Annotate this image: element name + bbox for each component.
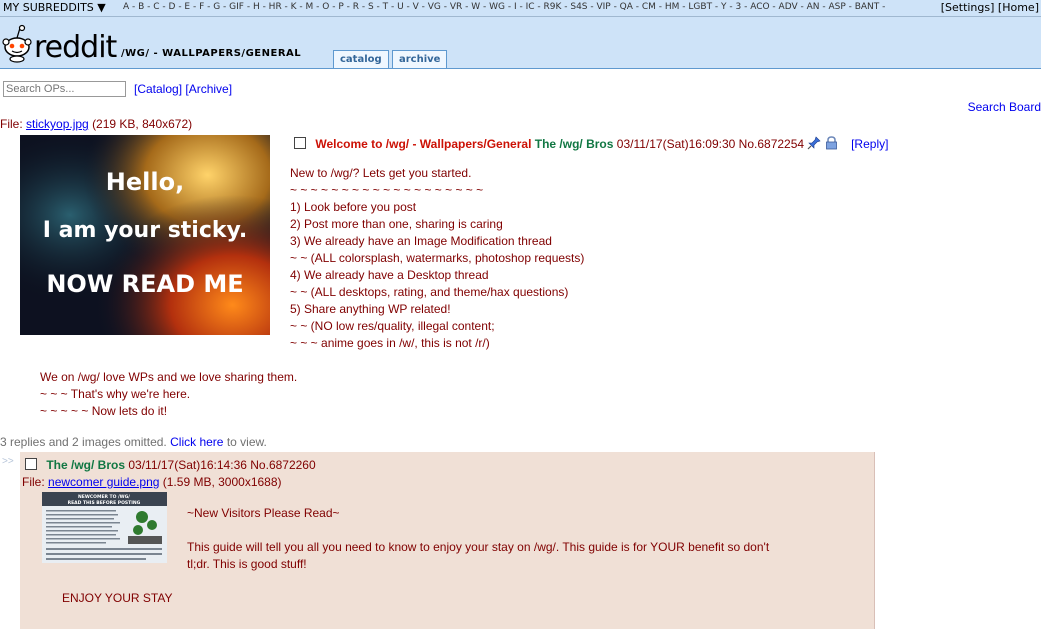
op-post-checkbox[interactable] (294, 137, 306, 149)
search-board-link[interactable]: Search Board (968, 100, 1041, 114)
op-line: ~ ~ ~ anime goes in /w/, this is not /r/… (290, 336, 490, 350)
op-message: New to /wg/? Lets get you started. ~ ~ ~… (290, 165, 584, 352)
op-line: ~ ~ (ALL desktops, rating, and theme/hax… (290, 285, 569, 299)
sticky-pin-icon (807, 136, 821, 150)
op-line: New to /wg/? Lets get you started. (290, 166, 472, 180)
op-reply-link[interactable]: [Reply] (851, 137, 888, 151)
op-line: 1) Look before you post (290, 200, 417, 214)
reply-post-number[interactable]: No.6872260 (250, 458, 315, 472)
reply-file-info: File: newcomer guide.png (1.59 MB, 3000x… (22, 475, 282, 489)
op-line: ~ ~ (ALL colorsplash, watermarks, photos… (290, 251, 585, 265)
omitted-notice: 3 replies and 2 images omitted. Click he… (0, 435, 267, 449)
search-ops-input[interactable] (3, 81, 126, 97)
expand-thread-link[interactable]: Click here (170, 435, 223, 449)
op-subject: Welcome to /wg/ - Wallpapers/General (315, 137, 532, 151)
tab-archive[interactable]: archive (392, 50, 448, 68)
op-image-line-1: Hello, (106, 168, 184, 196)
op-file-info: File: stickyop.jpg (219 KB, 840x672) (0, 117, 192, 131)
reply-file-meta: (1.59 MB, 3000x1688) (162, 475, 282, 489)
reddit-alien-icon[interactable] (2, 23, 32, 63)
op-poster-name: The /wg/ Bros (534, 137, 614, 151)
reply-blank-line (187, 522, 769, 539)
reply-post-checkbox[interactable] (25, 458, 37, 470)
archive-link[interactable]: [Archive] (185, 82, 232, 96)
reply-arrows: >> (2, 456, 14, 467)
op-message-continued: We on /wg/ love WPs and we love sharing … (40, 369, 297, 420)
op-image-thumbnail[interactable]: Hello, I am your sticky. NOW READ ME (20, 135, 270, 335)
reply-line: This guide will tell you all you need to… (187, 540, 770, 554)
reply-thumb-title-2: READ THIS BEFORE POSTING (68, 500, 141, 506)
file-label: File: (22, 475, 45, 489)
catalog-link[interactable]: [Catalog] (134, 82, 182, 96)
op-datetime: 03/11/17(Sat)16:09:30 (616, 137, 736, 151)
tab-catalog[interactable]: catalog (333, 50, 389, 68)
home-link[interactable]: Home (1002, 1, 1034, 14)
file-label: File: (0, 117, 23, 131)
op-line: 4) We already have a Desktop thread (290, 268, 489, 282)
reply-image-thumbnail[interactable]: NEWCOMER TO /WG/ READ THIS BEFORE POSTIN… (42, 492, 167, 563)
op-post-number[interactable]: No.6872254 (739, 137, 804, 151)
topbar-right-links: [Settings] [Home] (940, 1, 1039, 14)
omitted-text: 3 replies and 2 images omitted. (0, 435, 167, 449)
reply-message: ~New Visitors Please Read~ This guide wi… (187, 505, 769, 573)
nav-links: [Catalog] [Archive] (134, 82, 232, 96)
my-subreddits-dropdown[interactable]: MY SUBREDDITS ▼ (3, 1, 106, 14)
reply-thumb-title-1: NEWCOMER TO /WG/ (78, 494, 130, 500)
op-line: ~ ~ ~ ~ ~ Now lets do it! (40, 404, 168, 418)
op-line: ~ ~ (NO low res/quality, illegal content… (290, 319, 495, 333)
op-file-meta: (219 KB, 840x672) (92, 117, 193, 131)
top-subreddit-bar: MY SUBREDDITS ▼ A - B - C - D - E - F - … (0, 0, 1041, 17)
reply-header: The /wg/ Bros 03/11/17(Sat)16:14:36 No.6… (25, 458, 316, 472)
op-file-link[interactable]: stickyop.jpg (26, 117, 89, 131)
op-line: 2) Post more than one, sharing is caring (290, 217, 503, 231)
op-image-line-2: I am your sticky. (43, 218, 247, 243)
omitted-suffix: to view. (226, 435, 267, 449)
reply-poster-name: The /wg/ Bros (46, 458, 126, 472)
reply-line: ~New Visitors Please Read~ (187, 506, 340, 520)
reply-datetime: 03/11/17(Sat)16:14:36 (128, 458, 247, 472)
reddit-logo-text[interactable]: reddit (34, 33, 117, 63)
closed-lock-icon (825, 136, 837, 150)
reply-file-link[interactable]: newcomer guide.png (48, 475, 159, 489)
op-line: ~ ~ ~ ~ ~ ~ ~ ~ ~ ~ ~ ~ ~ ~ ~ ~ ~ ~ ~ (290, 183, 484, 197)
board-letter-links[interactable]: A - B - C - D - E - F - G - GIF - H - HR… (123, 2, 885, 12)
op-line: We on /wg/ love WPs and we love sharing … (40, 370, 298, 384)
op-line: 5) Share anything WP related! (290, 302, 451, 316)
reply-enjoy-line: ENJOY YOUR STAY (62, 591, 173, 605)
op-image-line-3: NOW READ ME (46, 270, 243, 298)
op-post-header: Welcome to /wg/ - Wallpapers/General The… (294, 136, 888, 151)
site-header: reddit /WG/ - WALLPAPERS/GENERAL catalog… (0, 17, 1041, 69)
reply-line: tl;dr. This is good stuff! (187, 557, 307, 571)
board-title: /WG/ - WALLPAPERS/GENERAL (121, 48, 302, 59)
op-line: 3) We already have an Image Modification… (290, 234, 552, 248)
op-line: ~ ~ ~ That's why we're here. (40, 387, 191, 401)
settings-link[interactable]: Settings (945, 1, 990, 14)
